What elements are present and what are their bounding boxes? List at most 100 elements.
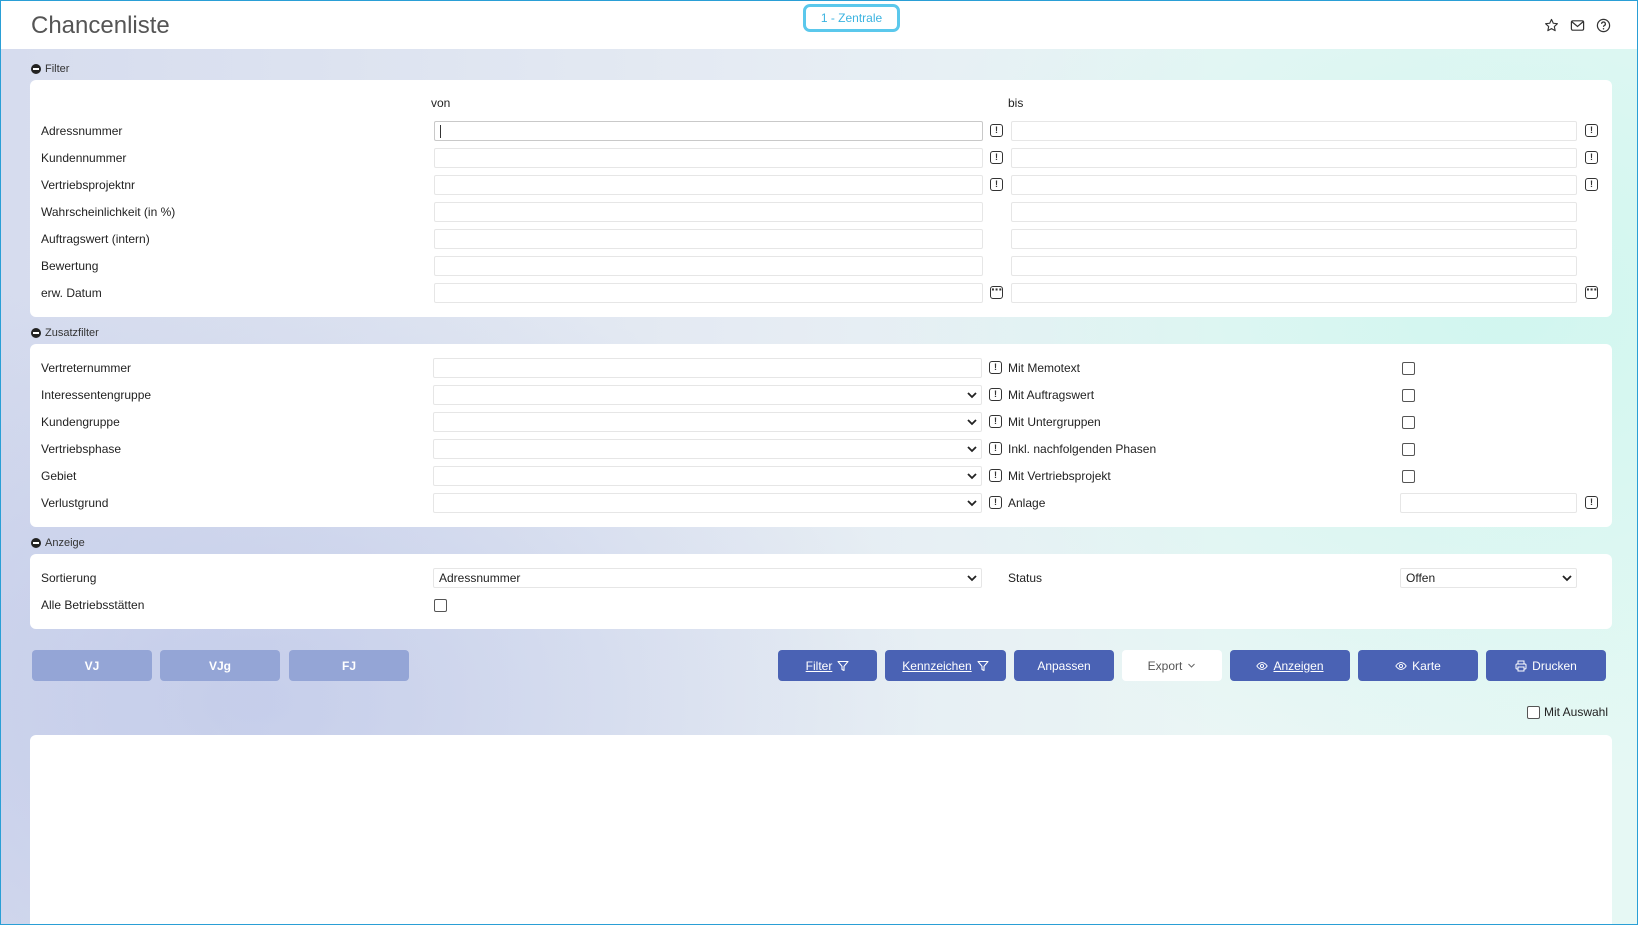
vertreternummer-input[interactable] <box>433 358 982 378</box>
eye-icon <box>1256 661 1269 670</box>
chevron-down-icon <box>967 446 977 453</box>
vertriebsprojektnr-from-input[interactable] <box>434 175 983 195</box>
chevron-down-icon <box>967 392 977 399</box>
lookup-icon[interactable]: ! <box>989 388 1002 401</box>
bewertung-from-input[interactable] <box>434 256 983 276</box>
mit-auswahl-checkbox[interactable] <box>1527 706 1540 719</box>
mit-auftragswert-checkbox[interactable] <box>1402 389 1415 402</box>
vertriebsprojektnr-to-input[interactable] <box>1011 175 1577 195</box>
mit-untergruppen-checkbox[interactable] <box>1402 416 1415 429</box>
branch-selector[interactable]: 1 - Zentrale <box>803 4 900 32</box>
anlage-label: Anlage <box>1008 496 1046 510</box>
bewertung-to-input[interactable] <box>1011 256 1577 276</box>
vertriebsphase-select[interactable] <box>433 439 982 459</box>
row-label-kundengruppe: Kundengruppe <box>41 415 120 429</box>
row-label-wahrscheinlichkeit: Wahrscheinlichkeit (in %) <box>41 205 176 219</box>
vjg-button[interactable]: VJg <box>160 650 280 681</box>
mail-icon[interactable] <box>1570 18 1585 33</box>
lookup-icon[interactable]: ! <box>990 178 1003 191</box>
lookup-icon[interactable]: ! <box>989 442 1002 455</box>
column-from-label: von <box>431 96 451 110</box>
mit-vertriebsprojekt-checkbox[interactable] <box>1402 470 1415 483</box>
karte-button[interactable]: Karte <box>1358 650 1478 681</box>
page-title: Chancenliste <box>31 12 170 39</box>
anzeige-section-toggle[interactable]: Anzeige <box>31 537 85 549</box>
chevron-down-icon <box>967 473 977 480</box>
row-label-vertriebsprojektnr: Vertriebsprojektnr <box>41 178 136 192</box>
verlustgrund-select[interactable] <box>433 493 982 513</box>
status-select[interactable]: Offen <box>1400 568 1577 588</box>
row-label-gebiet: Gebiet <box>41 469 77 483</box>
row-label-erw-datum: erw. Datum <box>41 286 102 300</box>
inkl-nachfolgenden-phasen-checkbox[interactable] <box>1402 443 1415 456</box>
chevron-down-icon <box>1188 663 1196 668</box>
filter-panel: von bis Adressnummer ! ! Kundennummer ! … <box>30 80 1612 317</box>
mit-vertriebsprojekt-label: Mit Vertriebsprojekt <box>1008 469 1111 483</box>
alle-betriebsstaetten-label: Alle Betriebsstätten <box>41 598 145 612</box>
inkl-nachfolgenden-phasen-label: Inkl. nachfolgenden Phasen <box>1008 442 1157 456</box>
wahrscheinlichkeit-from-input[interactable] <box>434 202 983 222</box>
vj-button[interactable]: VJ <box>32 650 152 681</box>
wahrscheinlichkeit-to-input[interactable] <box>1011 202 1577 222</box>
collapse-icon <box>31 538 41 548</box>
kundennummer-from-input[interactable] <box>434 148 983 168</box>
lookup-icon[interactable]: ! <box>1585 178 1598 191</box>
erw-datum-from-input[interactable] <box>434 283 983 303</box>
adressnummer-from-input[interactable] <box>434 121 983 141</box>
kundennummer-to-input[interactable] <box>1011 148 1577 168</box>
anlage-input[interactable] <box>1400 493 1577 513</box>
anpassen-button[interactable]: Anpassen <box>1014 650 1114 681</box>
printer-icon <box>1515 660 1527 671</box>
row-label-bewertung: Bewertung <box>41 259 99 273</box>
alle-betriebsstaetten-checkbox[interactable] <box>434 599 447 612</box>
date-picker-icon[interactable] <box>990 281 1003 299</box>
row-label-interessentengruppe: Interessentengruppe <box>41 388 152 402</box>
row-label-adressnummer: Adressnummer <box>41 124 123 138</box>
adressnummer-to-input[interactable] <box>1011 121 1577 141</box>
chevron-down-icon <box>1562 575 1572 582</box>
anzeigen-button[interactable]: Anzeigen <box>1230 650 1350 681</box>
row-label-verlustgrund: Verlustgrund <box>41 496 109 510</box>
column-to-label: bis <box>1008 96 1024 110</box>
row-label-vertriebsphase: Vertriebsphase <box>41 442 122 456</box>
star-icon[interactable] <box>1544 18 1559 33</box>
lookup-icon[interactable]: ! <box>1585 124 1598 137</box>
chevron-down-icon <box>967 575 977 582</box>
export-dropdown[interactable]: Export <box>1122 650 1222 681</box>
erw-datum-to-input[interactable] <box>1011 283 1577 303</box>
mit-untergruppen-label: Mit Untergruppen <box>1008 415 1101 429</box>
lookup-icon[interactable]: ! <box>989 469 1002 482</box>
funnel-icon <box>977 660 989 671</box>
anzeige-panel: Sortierung Adressnummer Status Offen All… <box>30 554 1612 629</box>
sortierung-select[interactable]: Adressnummer <box>433 568 982 588</box>
row-label-auftragswert: Auftragswert (intern) <box>41 232 150 246</box>
zusatzfilter-section-toggle[interactable]: Zusatzfilter <box>31 327 99 339</box>
collapse-icon <box>31 64 41 74</box>
date-picker-icon[interactable] <box>1585 281 1598 299</box>
kundengruppe-select[interactable] <box>433 412 982 432</box>
zusatzfilter-panel: Vertreternummer ! Interessentengruppe ! … <box>30 344 1612 527</box>
lookup-icon[interactable]: ! <box>990 151 1003 164</box>
kennzeichen-button[interactable]: Kennzeichen <box>885 650 1006 681</box>
filter-section-toggle[interactable]: Filter <box>31 63 69 75</box>
mit-auftragswert-label: Mit Auftragswert <box>1008 388 1095 402</box>
mit-memotext-checkbox[interactable] <box>1402 362 1415 375</box>
fj-button[interactable]: FJ <box>289 650 409 681</box>
gebiet-select[interactable] <box>433 466 982 486</box>
mit-auswahl-label: Mit Auswahl <box>1544 705 1609 719</box>
auftragswert-from-input[interactable] <box>434 229 983 249</box>
mit-memotext-label: Mit Memotext <box>1008 361 1081 375</box>
filter-button[interactable]: Filter <box>778 650 877 681</box>
interessentengruppe-select[interactable] <box>433 385 982 405</box>
drucken-button[interactable]: Drucken <box>1486 650 1606 681</box>
auftragswert-to-input[interactable] <box>1011 229 1577 249</box>
results-area <box>30 735 1612 924</box>
lookup-icon[interactable]: ! <box>989 361 1002 374</box>
lookup-icon[interactable]: ! <box>989 496 1002 509</box>
eye-icon <box>1395 661 1407 670</box>
lookup-icon[interactable]: ! <box>990 124 1003 137</box>
lookup-icon[interactable]: ! <box>1585 496 1598 509</box>
help-icon[interactable] <box>1596 18 1611 33</box>
lookup-icon[interactable]: ! <box>1585 151 1598 164</box>
lookup-icon[interactable]: ! <box>989 415 1002 428</box>
